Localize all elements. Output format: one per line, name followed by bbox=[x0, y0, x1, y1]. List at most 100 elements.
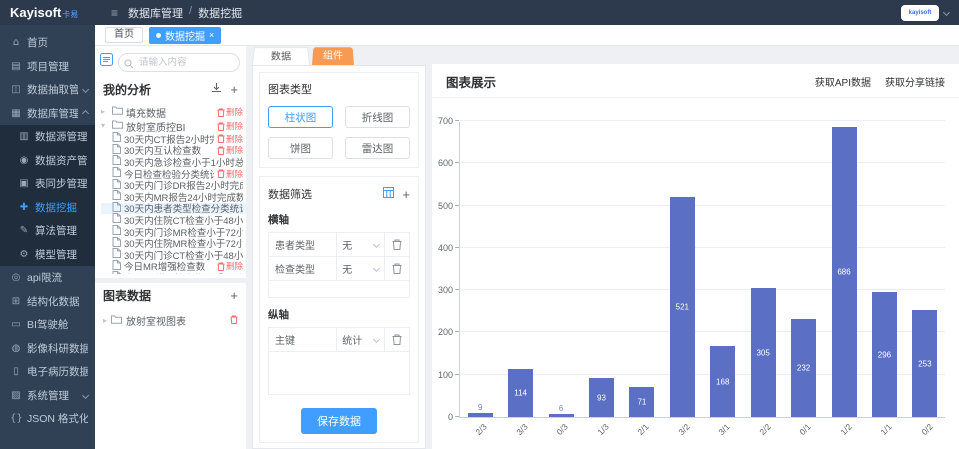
bar[interactable]: 305 bbox=[751, 288, 776, 417]
bar-value-label: 296 bbox=[878, 350, 891, 359]
download-icon[interactable] bbox=[211, 80, 222, 98]
delete-row-button[interactable] bbox=[385, 257, 409, 280]
sidebar-item-table-sync[interactable]: ▣表同步管理 bbox=[0, 172, 95, 196]
delete-link[interactable]: 删除 bbox=[217, 106, 243, 118]
sidebar-item-asset[interactable]: ◉数据资产管理 bbox=[0, 149, 95, 173]
document-icon bbox=[112, 271, 121, 274]
sidebar-item-structured[interactable]: ⊞结构化数据 bbox=[0, 290, 95, 314]
delete-link[interactable]: 删除 bbox=[217, 133, 243, 145]
delete-link[interactable]: 删除 bbox=[217, 120, 243, 132]
sidebar-item-datasource[interactable]: ▥数据源管理 bbox=[0, 125, 95, 149]
bar-slot: 6 bbox=[541, 122, 581, 417]
close-icon[interactable]: × bbox=[209, 31, 214, 40]
bar[interactable]: 253 bbox=[912, 310, 937, 417]
filter-row: 患者类型无 bbox=[269, 233, 409, 257]
tree-item-label: 今天CT增强检查数 bbox=[124, 271, 203, 274]
caret-icon[interactable]: ▸ bbox=[101, 108, 109, 116]
bar[interactable]: 296 bbox=[872, 292, 897, 417]
bar[interactable]: 71 bbox=[629, 387, 654, 417]
sidebar-item-label: 数据挖掘 bbox=[35, 200, 77, 215]
get-share-link[interactable]: 获取分享链接 bbox=[885, 74, 945, 89]
tab-home[interactable]: 首页 bbox=[105, 27, 143, 43]
avatar[interactable]: kayisoft bbox=[901, 5, 939, 21]
breadcrumb-item[interactable]: 数据库管理 bbox=[128, 5, 183, 21]
add-chart-data-icon[interactable]: + bbox=[230, 289, 238, 302]
menu-icon[interactable]: ≡ bbox=[111, 6, 118, 20]
search-box bbox=[118, 52, 240, 72]
aggregation-select[interactable]: 无 bbox=[337, 257, 385, 280]
tree-item[interactable]: 今天CT增强检查数 删除 bbox=[101, 272, 246, 274]
tab-data[interactable]: 数据 bbox=[252, 47, 310, 65]
sidebar-item-bi[interactable]: ▭BI驾驶舱 bbox=[0, 313, 95, 337]
bar[interactable]: 168 bbox=[710, 346, 735, 417]
bar-value-label: 305 bbox=[756, 348, 769, 357]
x-category: 0/3 bbox=[540, 418, 581, 428]
bar-slot: 114 bbox=[500, 122, 540, 417]
aggregation-select[interactable]: 无 bbox=[337, 233, 385, 256]
delete-link[interactable]: 删除 bbox=[217, 272, 243, 274]
bar-slot: 305 bbox=[743, 122, 783, 417]
chart-data-item[interactable]: ▸ 放射室视图表 bbox=[95, 308, 246, 333]
sidebar-item-extraction[interactable]: ◫数据抽取管理 bbox=[0, 78, 95, 102]
project-icon: ▤ bbox=[10, 61, 22, 72]
chart-data-item-label: 放射室视图表 bbox=[126, 313, 186, 328]
caret-icon[interactable]: ▾ bbox=[101, 122, 109, 130]
sidebar-item-algorithm[interactable]: ✎算法管理 bbox=[0, 219, 95, 243]
delete-row-button[interactable] bbox=[385, 328, 409, 351]
add-filter-icon[interactable]: + bbox=[402, 188, 410, 201]
bar[interactable]: 521 bbox=[670, 197, 695, 417]
y-tick bbox=[455, 205, 459, 206]
field-name-input[interactable]: 检查类型 bbox=[269, 257, 337, 280]
sidebar-item-home[interactable]: ⌂首页 bbox=[0, 31, 95, 55]
y-tick bbox=[455, 162, 459, 163]
aggregation-select[interactable]: 统计 bbox=[337, 328, 385, 351]
chart-type-button[interactable]: 折线图 bbox=[345, 106, 410, 128]
bar-slot: 296 bbox=[864, 122, 904, 417]
bar[interactable]: 686 bbox=[832, 127, 857, 417]
app-logo: Kayisoft卡易 bbox=[0, 5, 95, 20]
field-name-input[interactable]: 患者类型 bbox=[269, 233, 337, 256]
delete-icon[interactable] bbox=[230, 315, 238, 327]
chart-type-button[interactable]: 饼图 bbox=[268, 137, 333, 159]
algorithm-icon: ✎ bbox=[18, 225, 30, 236]
chart-type-button[interactable]: 雷达图 bbox=[345, 137, 410, 159]
x-category-label: 3/3 bbox=[514, 422, 529, 437]
delete-row-button[interactable] bbox=[385, 233, 409, 256]
search-input[interactable] bbox=[118, 53, 240, 72]
delete-link[interactable]: 删除 bbox=[217, 260, 243, 272]
add-analysis-icon[interactable]: + bbox=[230, 83, 238, 96]
get-api-data-link[interactable]: 获取API数据 bbox=[815, 74, 871, 89]
bar[interactable]: 114 bbox=[508, 369, 533, 417]
sidebar-item-api[interactable]: ◎api限流 bbox=[0, 266, 95, 290]
x-category-label: 0/2 bbox=[919, 422, 934, 437]
chart-type-box: 图表类型 柱状图折线图饼图雷达图 bbox=[259, 72, 419, 168]
sidebar-item-label: 首页 bbox=[27, 35, 48, 50]
sidebar-item-json[interactable]: {}JSON 格式化 bbox=[0, 407, 95, 431]
plot-area: 0100200300400500600700911469371521168305… bbox=[459, 122, 945, 418]
tab-component[interactable]: 组件 bbox=[312, 47, 354, 65]
table-icon[interactable] bbox=[383, 185, 394, 203]
sidebar-item-mining[interactable]: ✚数据挖掘 bbox=[0, 196, 95, 220]
sidebar-item-imaging-db[interactable]: ◍影像科研数据库 bbox=[0, 337, 95, 361]
chart-type-button[interactable]: 柱状图 bbox=[268, 106, 333, 128]
sidebar-item-database[interactable]: ▦数据库管理 bbox=[0, 102, 95, 126]
tree-item[interactable]: ▸ 填充数据 删除 bbox=[101, 105, 246, 119]
sidebar-item-project[interactable]: ▤项目管理 bbox=[0, 55, 95, 79]
save-data-button[interactable]: 保存数据 bbox=[301, 408, 377, 434]
tab-data-mining[interactable]: 数据挖掘 × bbox=[149, 27, 221, 44]
bar[interactable]: 6 bbox=[549, 414, 574, 417]
collapse-icon[interactable] bbox=[100, 53, 113, 71]
caret-icon[interactable]: ▸ bbox=[103, 316, 107, 325]
bar[interactable]: 232 bbox=[791, 319, 816, 417]
delete-label: 删除 bbox=[226, 272, 243, 274]
sidebar-item-system[interactable]: ▨系统管理 bbox=[0, 384, 95, 408]
sidebar-item-model[interactable]: ⚙模型管理 bbox=[0, 243, 95, 267]
bar[interactable]: 9 bbox=[468, 413, 493, 417]
x-category: 0/2 bbox=[905, 418, 946, 428]
tree-item-label: 填充数据 bbox=[126, 105, 166, 120]
sidebar-item-emr[interactable]: ▯电子病历数据质控 bbox=[0, 360, 95, 384]
aggregation-value: 无 bbox=[342, 261, 352, 276]
x-axis-labels: 2/33/30/31/32/13/23/12/20/11/21/10/2 bbox=[459, 418, 945, 428]
field-name-input[interactable]: 主键 bbox=[269, 328, 337, 351]
bar[interactable]: 93 bbox=[589, 378, 614, 417]
